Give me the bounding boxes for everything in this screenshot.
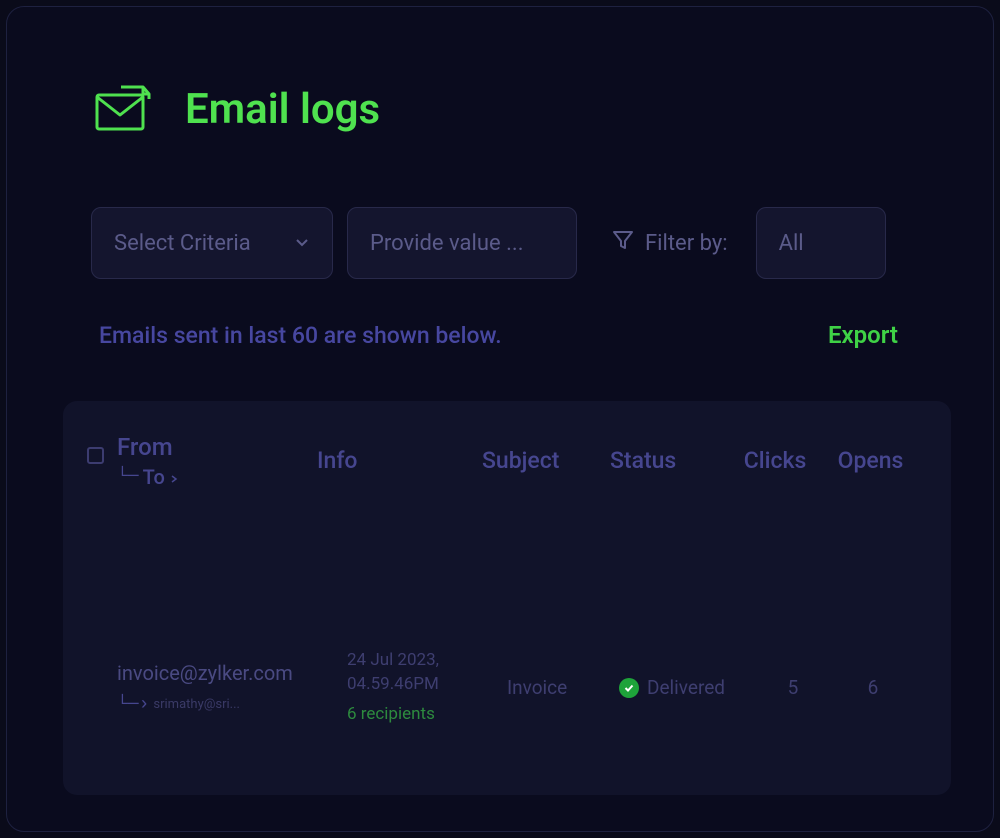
filters-row: Select Criteria Provide value ... Filter… (7, 141, 993, 279)
chevron-down-icon (294, 231, 310, 256)
row-to: srimathy@sri... (153, 697, 240, 712)
row-subject: Invoice (507, 676, 619, 699)
row-clicks: 5 (749, 676, 837, 699)
email-logs-panel: Email logs Select Criteria Provide value… (6, 6, 994, 832)
row-recipients: 6 recipients (347, 703, 507, 727)
page-title: Email logs (185, 85, 380, 134)
col-from-to: From └─ To (117, 433, 317, 489)
criteria-select-label: Select Criteria (114, 231, 251, 256)
criteria-select[interactable]: Select Criteria (91, 207, 333, 279)
col-subject: Subject (482, 433, 610, 474)
filter-by-label: Filter by: (611, 228, 728, 258)
row-from: invoice@zylker.com (117, 661, 347, 685)
row-time: 04.59.46PM (347, 673, 507, 697)
check-circle-icon (619, 678, 639, 698)
row-status: Delivered (647, 676, 725, 699)
select-all-checkbox[interactable] (87, 447, 104, 464)
info-row: Emails sent in last 60 are shown below. … (7, 279, 993, 349)
row-date: 24 Jul 2023, (347, 649, 507, 673)
value-input[interactable]: Provide value ... (347, 207, 577, 279)
tree-connector-icon: └─ (117, 467, 139, 487)
filter-icon (611, 228, 635, 258)
header: Email logs (7, 7, 993, 141)
export-button[interactable]: Export (828, 321, 898, 349)
col-clicks: Clicks (722, 433, 828, 474)
tree-connector-icon: └─› (117, 695, 149, 715)
table-header: From └─ To Info Subject Status Clicks Op… (87, 433, 927, 489)
scope-select[interactable]: All (756, 207, 886, 279)
chevron-right-icon (169, 465, 179, 489)
email-table: From └─ To Info Subject Status Clicks Op… (63, 401, 951, 795)
col-info: Info (317, 433, 482, 474)
email-logs-icon (91, 77, 157, 141)
scope-select-value: All (779, 231, 804, 256)
col-status: Status (610, 433, 722, 474)
info-note: Emails sent in last 60 are shown below. (99, 322, 502, 349)
table-row[interactable]: invoice@zylker.com └─› srimathy@sri... 2… (87, 649, 927, 726)
value-input-placeholder: Provide value ... (370, 231, 524, 256)
col-opens: Opens (828, 433, 913, 474)
row-opens: 6 (837, 676, 909, 699)
